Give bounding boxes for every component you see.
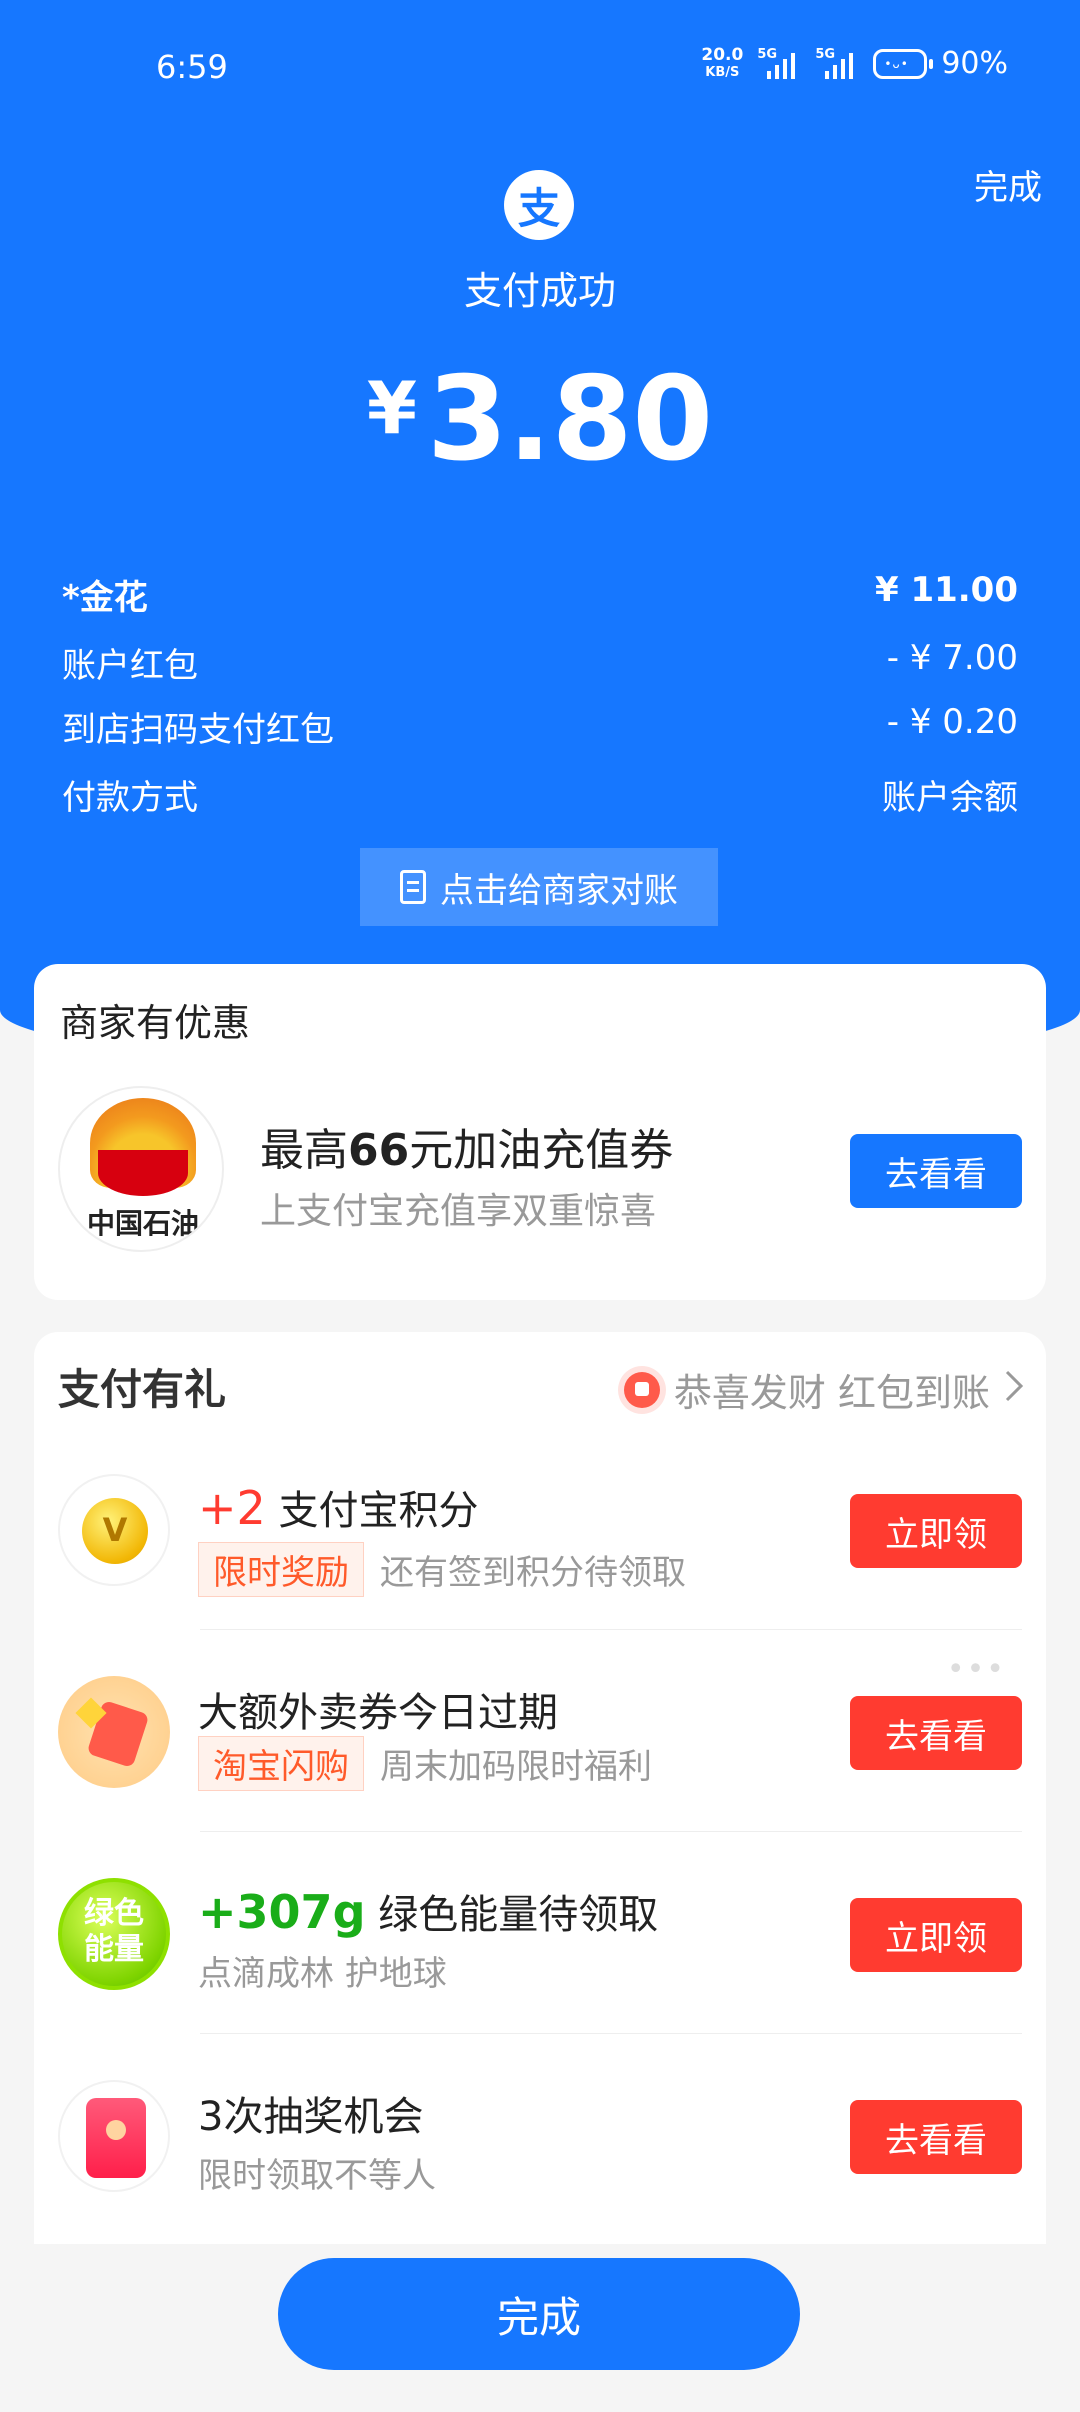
detail-label: *金花	[62, 578, 148, 618]
offer-subtitle: 上支付宝充值享双重惊喜	[260, 1191, 657, 1232]
lottery-envelope-icon	[58, 2080, 170, 2192]
done-link[interactable]: 完成	[974, 160, 1042, 209]
congrats-link[interactable]: 恭喜发财 红包到账	[623, 1362, 1024, 1417]
reward-subtitle: 点滴成林 护地球	[198, 1954, 447, 1994]
net-speed: 20.0 KB/S	[701, 44, 744, 81]
payment-amount: ¥3.80	[0, 352, 1080, 487]
signal-icon: 5G	[757, 47, 801, 81]
petrochina-logo-text: 中国石油	[86, 1207, 199, 1240]
petrochina-logo: 中国石油	[58, 1086, 224, 1252]
detail-value: ¥ 11.00	[874, 570, 1018, 610]
net-speed-value: 20.0	[701, 44, 744, 65]
detail-row-account-redpacket: 账户红包 - ¥ 7.00	[62, 638, 1018, 687]
points-coin-icon	[58, 1474, 170, 1586]
reward-subtitle: 限时领取不等人	[198, 2156, 436, 2196]
red-packet-icon	[623, 1371, 660, 1408]
claim-points-button[interactable]: 立即领	[850, 1494, 1022, 1568]
reward-item-food-coupon: 大额外卖券今日过期 淘宝闪购 周末加码限时福利 去看看	[34, 1630, 1046, 1832]
claim-energy-button[interactable]: 立即领	[850, 1898, 1022, 1972]
amount-value: 3.80	[426, 352, 714, 487]
status-time: 6:59	[156, 48, 228, 86]
reward-item-lottery: 3次抽奖机会 限时领取不等人 去看看	[34, 2034, 1046, 2236]
view-lottery-button[interactable]: 去看看	[850, 2100, 1022, 2174]
detail-row-item: *金花 ¥ 11.00	[62, 570, 1018, 619]
payment-rewards-card: 支付有礼 恭喜发财 红包到账 ••• +2 支付宝积分 限时奖励 还有签到积分待…	[34, 1332, 1046, 2244]
alipay-logo-icon: 支	[504, 170, 574, 240]
signal-icon: 5G	[815, 47, 859, 81]
merchant-offer-card: 商家有优惠 中国石油 最高66元加油充值券 上支付宝充值享双重惊喜 去看看	[34, 964, 1046, 1300]
battery-percent: 90%	[941, 46, 1008, 81]
status-icons: 20.0 KB/S 5G 5G •ᴗ• 90%	[701, 46, 1008, 81]
reward-title: 3次抽奖机会	[198, 2094, 424, 2140]
reward-subtitle: 淘宝闪购 周末加码限时福利	[198, 1736, 652, 1791]
reward-title: +2 支付宝积分	[198, 1481, 479, 1535]
congrats-text: 恭喜发财 红包到账	[673, 1371, 990, 1415]
offer-title: 最高66元加油充值券	[260, 1125, 674, 1176]
reward-title: 大额外卖券今日过期	[198, 1690, 558, 1736]
reward-tag: 限时奖励	[198, 1542, 364, 1597]
net-speed-unit: KB/S	[705, 64, 740, 80]
reward-title: +307g 绿色能量待领取	[198, 1885, 659, 1939]
green-energy-icon-text: 绿色 能量	[84, 1896, 144, 1967]
detail-row-scan-redpacket: 到店扫码支付红包 - ¥ 0.20	[62, 702, 1018, 751]
detail-value: - ¥ 0.20	[886, 702, 1018, 742]
battery-face: •ᴗ•	[884, 56, 909, 71]
document-icon	[400, 870, 426, 904]
reward-item-green-energy: 绿色 能量 +307g 绿色能量待领取 点滴成林 护地球 立即领	[34, 1832, 1046, 2034]
detail-label: 到店扫码支付红包	[62, 710, 334, 750]
payment-status-title: 支付成功	[463, 269, 616, 313]
reconcile-button[interactable]: 点击给商家对账	[360, 848, 718, 926]
view-coupon-button[interactable]: 去看看	[850, 1696, 1022, 1770]
food-coupon-icon	[58, 1676, 170, 1788]
merchant-offer-title: 商家有优惠	[60, 1001, 251, 1045]
battery-icon: •ᴗ•	[873, 48, 934, 79]
reward-item-points: +2 支付宝积分 限时奖励 还有签到积分待领取 立即领	[34, 1428, 1046, 1630]
status-bar: 6:59 20.0 KB/S 5G 5G •ᴗ• 90%	[0, 0, 1080, 140]
reward-tag: 淘宝闪购	[198, 1736, 364, 1791]
chevron-right-icon	[1004, 1368, 1024, 1412]
reward-subtitle: 限时奖励 还有签到积分待领取	[198, 1542, 686, 1597]
detail-value: 账户余额	[882, 778, 1018, 818]
green-energy-icon: 绿色 能量	[58, 1878, 170, 1990]
done-button[interactable]: 完成	[278, 2258, 800, 2370]
rewards-title: 支付有礼	[58, 1365, 227, 1414]
offer-view-button[interactable]: 去看看	[850, 1134, 1022, 1208]
detail-label: 付款方式	[62, 778, 198, 818]
detail-label: 账户红包	[62, 646, 198, 686]
currency-symbol: ¥	[366, 366, 417, 450]
detail-value: - ¥ 7.00	[886, 638, 1018, 678]
detail-row-payment-method: 付款方式 账户余额	[62, 770, 1018, 819]
reconcile-label: 点击给商家对账	[440, 870, 678, 911]
